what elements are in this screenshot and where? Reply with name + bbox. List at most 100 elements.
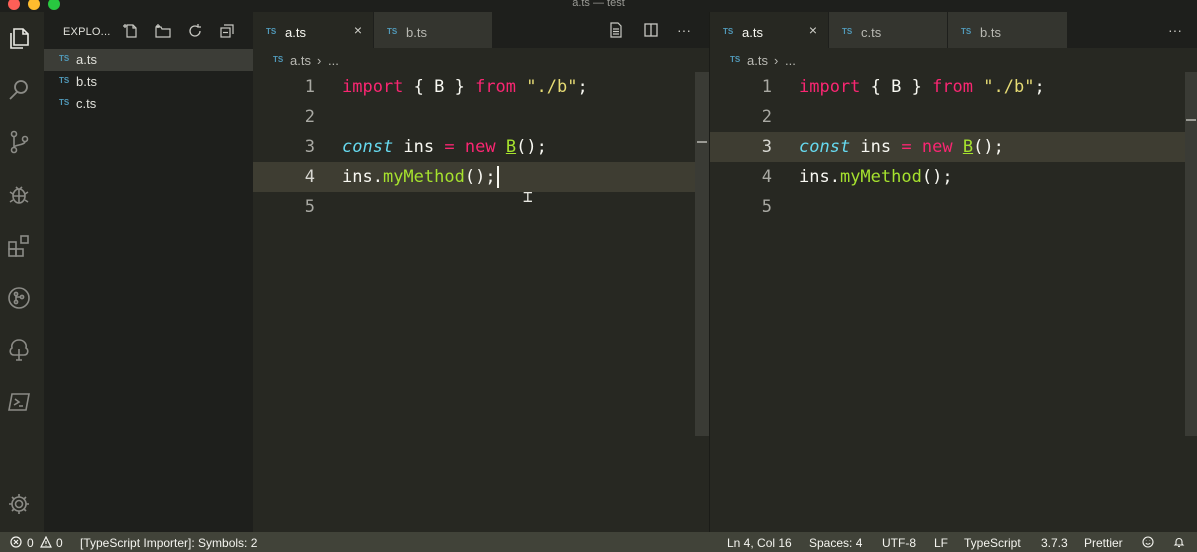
typescript-file-icon: TS: [961, 27, 972, 36]
typescript-file-icon: TS: [387, 27, 398, 36]
line-text: ins.myMethod();: [799, 167, 953, 187]
source-control-icon[interactable]: [6, 129, 32, 155]
breadcrumb-symbol[interactable]: ...: [328, 53, 339, 68]
explorer-icon[interactable]: [6, 25, 32, 51]
line-number: 1: [761, 77, 772, 97]
typescript-version[interactable]: 3.7.3: [1041, 536, 1068, 550]
activity-bar: [0, 12, 44, 532]
code-line: 5: [710, 192, 1197, 222]
cursor-position-marker: [1186, 119, 1196, 121]
line-number: 3: [761, 137, 772, 157]
search-icon[interactable]: [6, 77, 32, 103]
indentation[interactable]: Spaces: 4: [809, 536, 862, 550]
editor-group-right: TS a.ts × TS c.ts TS b.ts ··· TS a.ts › …: [710, 12, 1197, 532]
file-item-b-ts[interactable]: TS b.ts: [44, 71, 253, 93]
chevron-right-icon: ›: [774, 53, 779, 68]
debug-icon[interactable]: [6, 181, 32, 207]
tab-bar: TS a.ts × TS c.ts TS b.ts ···: [710, 12, 1197, 48]
notifications-bell-icon[interactable]: [1173, 536, 1185, 548]
chevron-right-icon: ›: [317, 53, 322, 68]
line-text: const ins = new B();: [342, 137, 547, 157]
git-history-icon[interactable]: [6, 285, 32, 311]
tree-view-icon[interactable]: [6, 337, 32, 363]
split-editor-icon[interactable]: [643, 22, 659, 38]
code-editor[interactable]: 1 import { B } from "./b"; 2 3 const ins…: [710, 72, 1197, 432]
line-number: 4: [304, 167, 315, 187]
file-item-c-ts[interactable]: TS c.ts: [44, 93, 253, 115]
vertical-scrollbar[interactable]: [695, 72, 709, 436]
file-name: c.ts: [76, 96, 97, 111]
cursor-position-marker: [697, 141, 707, 143]
tab-label: b.ts: [406, 25, 427, 40]
terminal-icon[interactable]: [6, 389, 32, 415]
code-editor[interactable]: 1 import { B } from "./b"; 2 3 const ins…: [253, 72, 709, 432]
typescript-file-icon: TS: [842, 27, 853, 36]
status-message[interactable]: [TypeScript Importer]: Symbols: 2: [80, 536, 257, 550]
typescript-file-icon: TS: [59, 54, 70, 63]
status-bar: 0 0 [TypeScript Importer]: Symbols: 2 Ln…: [0, 532, 1197, 552]
window-title: a.ts — test: [572, 0, 625, 9]
refresh-icon[interactable]: [187, 23, 203, 39]
code-line-current: 3 const ins = new B();: [710, 132, 1185, 162]
tab-bar: TS a.ts × TS b.ts ···: [253, 12, 709, 48]
open-preview-icon[interactable]: [608, 22, 624, 38]
file-name: a.ts: [76, 52, 97, 67]
explorer-sidebar: EXPLO... TS a.ts TS b.ts TS c.ts: [44, 12, 253, 532]
tab-label: a.ts: [742, 25, 763, 40]
line-number: 5: [304, 197, 315, 217]
line-text: import { B } from "./b";: [799, 77, 1045, 97]
collapse-all-icon[interactable]: [219, 23, 235, 39]
tab-label: b.ts: [980, 25, 1001, 40]
breadcrumb-file[interactable]: a.ts: [747, 53, 768, 68]
file-item-a-ts[interactable]: TS a.ts: [44, 49, 253, 71]
vertical-scrollbar[interactable]: [1185, 72, 1197, 436]
typescript-file-icon: TS: [273, 55, 284, 64]
breadcrumb-symbol[interactable]: ...: [785, 53, 796, 68]
settings-gear-icon[interactable]: [6, 491, 32, 517]
line-number: 5: [761, 197, 772, 217]
more-actions-icon[interactable]: ···: [676, 22, 692, 38]
tab-a-ts[interactable]: TS a.ts ×: [710, 12, 828, 48]
end-of-line[interactable]: LF: [934, 536, 948, 550]
code-line: 2: [710, 102, 1197, 132]
typescript-file-icon: TS: [59, 98, 70, 107]
more-actions-icon[interactable]: ···: [1167, 22, 1183, 38]
line-text: const ins = new B();: [799, 137, 1004, 157]
tab-c-ts[interactable]: TS c.ts: [829, 12, 947, 48]
tab-a-ts[interactable]: TS a.ts ×: [253, 12, 373, 48]
tab-b-ts[interactable]: TS b.ts: [374, 12, 492, 48]
error-count[interactable]: 0: [27, 536, 34, 550]
close-icon[interactable]: ×: [354, 23, 362, 37]
breadcrumb: TS a.ts › ...: [710, 50, 1197, 72]
formatter[interactable]: Prettier: [1084, 536, 1123, 550]
line-number: 2: [761, 107, 772, 127]
warning-count[interactable]: 0: [56, 536, 63, 550]
tab-label: a.ts: [285, 25, 306, 40]
cursor-position[interactable]: Ln 4, Col 16: [727, 536, 792, 550]
breadcrumb-file[interactable]: a.ts: [290, 53, 311, 68]
new-folder-icon[interactable]: [155, 23, 171, 39]
language-mode[interactable]: TypeScript: [964, 536, 1021, 550]
warning-icon[interactable]: [40, 535, 52, 548]
line-number: 2: [304, 107, 315, 127]
close-icon[interactable]: ×: [809, 23, 817, 37]
title-bar: a.ts — test: [0, 0, 1197, 12]
line-number: 3: [304, 137, 315, 157]
typescript-file-icon: TS: [723, 27, 734, 36]
breadcrumb: TS a.ts › ...: [253, 50, 709, 72]
code-line: 3 const ins = new B();: [253, 132, 709, 162]
explorer-header: EXPLO...: [44, 12, 253, 52]
code-line: 1 import { B } from "./b";: [710, 72, 1197, 102]
error-icon[interactable]: [10, 536, 22, 548]
extensions-icon[interactable]: [6, 233, 32, 259]
feedback-smiley-icon[interactable]: [1142, 536, 1154, 548]
encoding[interactable]: UTF-8: [882, 536, 916, 550]
code-line: 1 import { B } from "./b";: [253, 72, 709, 102]
editor-group-left: TS a.ts × TS b.ts ··· TS a.ts › ... 1 im…: [253, 12, 709, 532]
new-file-icon[interactable]: [123, 23, 139, 39]
line-number: 4: [761, 167, 772, 187]
code-line: 4 ins.myMethod();: [710, 162, 1197, 192]
typescript-file-icon: TS: [730, 55, 741, 64]
tab-b-ts[interactable]: TS b.ts: [948, 12, 1067, 48]
line-text: import { B } from "./b";: [342, 77, 588, 97]
